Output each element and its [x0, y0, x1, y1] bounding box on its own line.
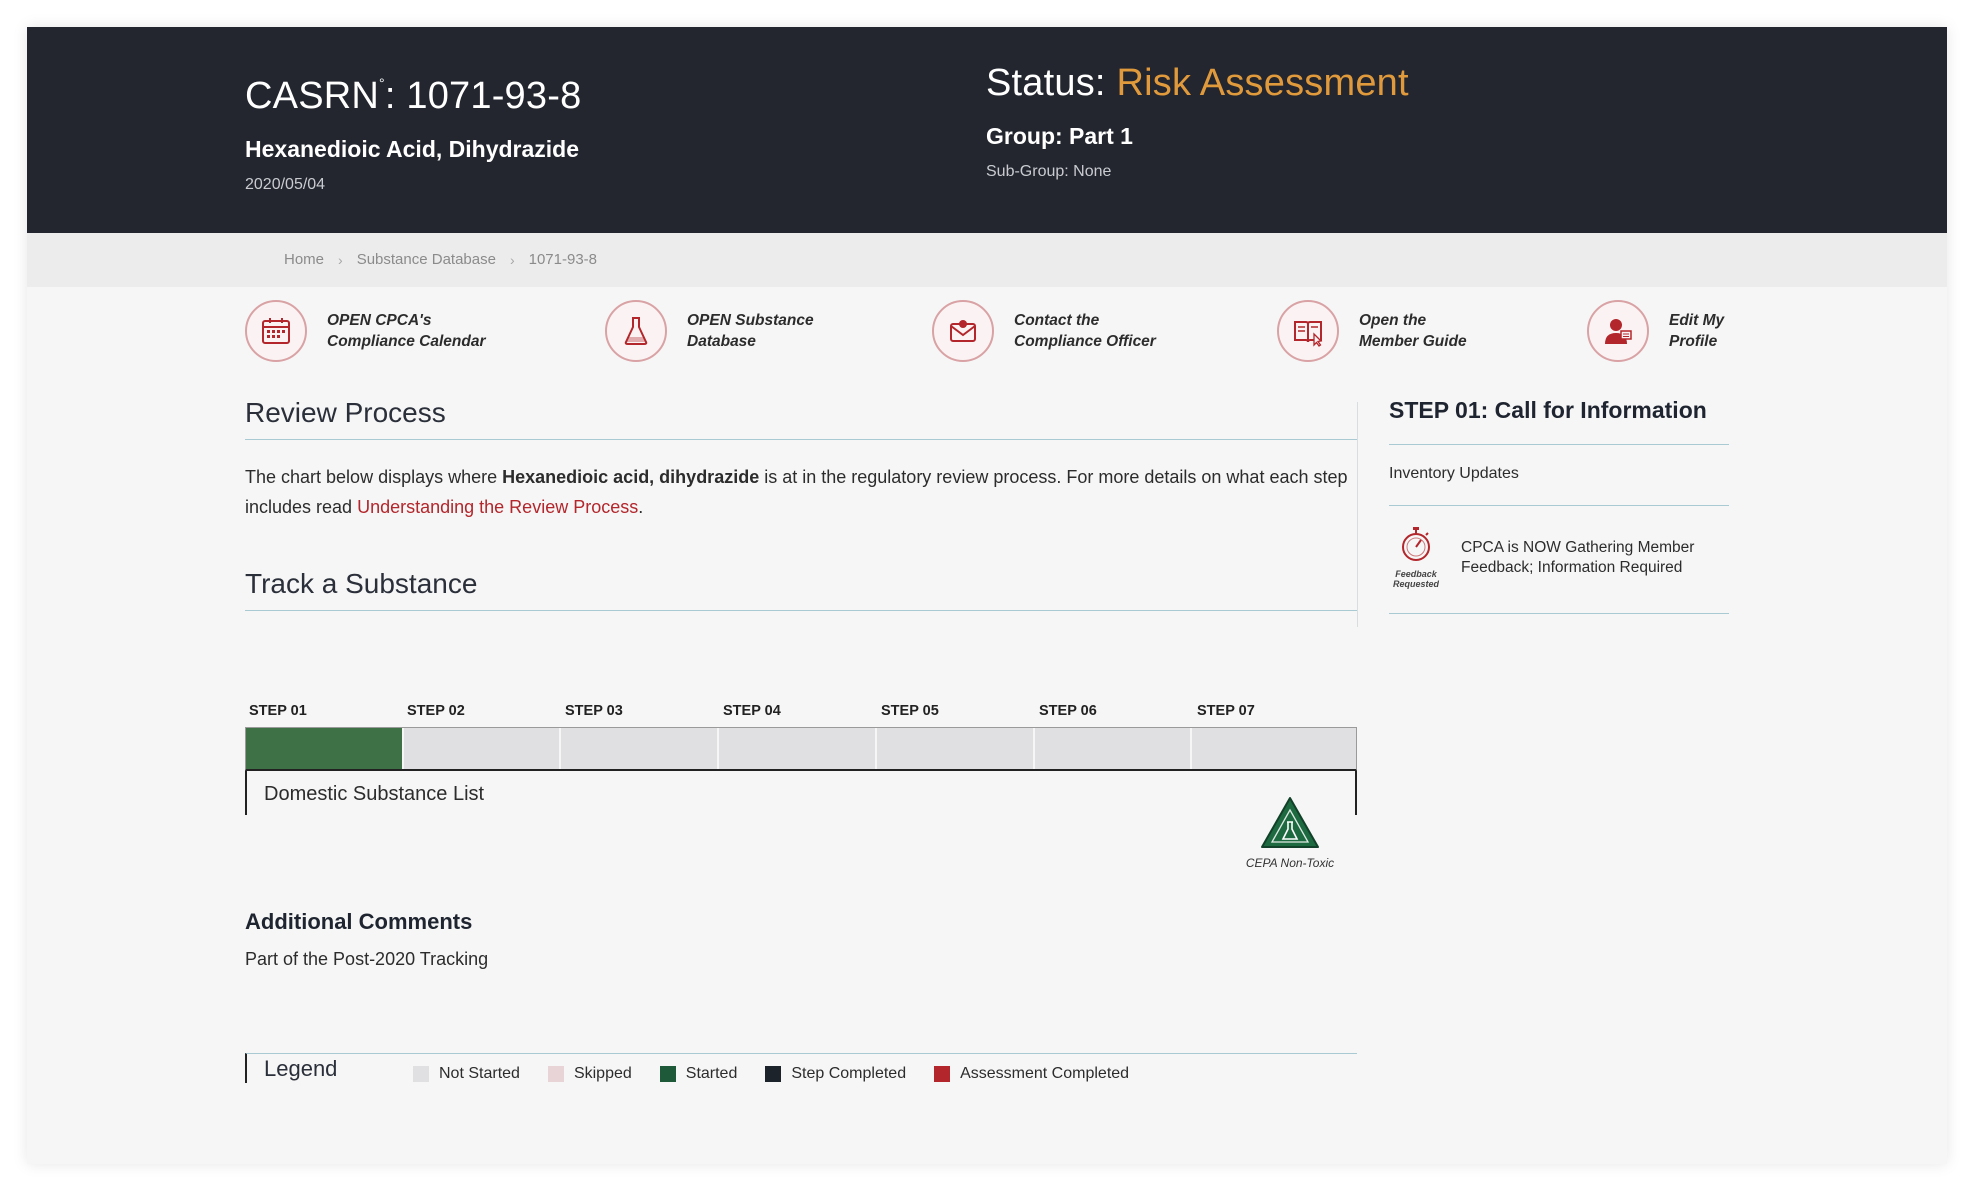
review-process-section: Review Process The chart below displays …	[245, 397, 1357, 611]
casrn-heading: CASRN°: 1071-93-8	[245, 60, 581, 119]
stopwatch-icon: Feedback Requested	[1389, 526, 1443, 589]
step-labels: STEP 01 STEP 02 STEP 03 STEP 04 STEP 05 …	[245, 703, 1357, 719]
legend-swatch	[934, 1066, 951, 1082]
step-sidebar: STEP 01: Call for Information Inventory …	[1389, 397, 1729, 614]
sidebar-divider	[1357, 402, 1358, 627]
step-01-segment[interactable]	[246, 728, 404, 769]
quick-link-edit-profile[interactable]: Edit My Profile	[1587, 300, 1749, 362]
quick-link-compliance-officer[interactable]: Contact the Compliance Officer	[932, 300, 1194, 362]
legend-item-assessment-completed: Assessment Completed	[934, 1065, 1129, 1083]
breadcrumb-separator-icon: ›	[338, 251, 343, 268]
step-label: STEP 01	[249, 703, 307, 719]
cepa-triangle-icon	[1261, 797, 1319, 848]
legend: Legend Not Started Skipped Started Step …	[245, 1053, 1357, 1083]
step-06-segment[interactable]	[1034, 728, 1193, 769]
track-substance-title: Track a Substance	[245, 568, 1357, 611]
review-intro: The chart below displays where Hexanedio…	[245, 467, 1348, 517]
substance-header: CASRN°: 1071-93-8 Hexanedioic Acid, Dihy…	[27, 27, 1947, 233]
calendar-icon	[245, 300, 307, 362]
substance-date: 2020/05/04	[245, 176, 326, 193]
quick-link-label: Open the Member Guide	[1359, 312, 1467, 350]
step-label: STEP 02	[407, 703, 465, 719]
step-label: STEP 05	[881, 703, 939, 719]
legend-swatch	[659, 1066, 676, 1082]
subgroup-label: Sub-Group: None	[986, 163, 1112, 180]
substance-name-bold: Hexanedioic acid, dihydrazide	[502, 467, 760, 487]
casrn-value: : 1071-93-8	[384, 75, 582, 117]
feedback-icon-caption: Feedback Requested	[1392, 569, 1439, 589]
status-value: Risk Assessment	[1116, 62, 1409, 104]
step-label: STEP 06	[1039, 703, 1097, 719]
step-04-segment[interactable]	[719, 728, 877, 769]
substance-list-name: Domestic Substance List	[264, 783, 485, 805]
legend-title: Legend	[264, 1056, 338, 1081]
quick-link-substance-database[interactable]: OPEN Substance Database	[605, 300, 867, 362]
page-frame: CASRN°: 1071-93-8 Hexanedioic Acid, Dihy…	[27, 27, 1947, 1164]
comments-title: Additional Comments	[245, 909, 473, 934]
step-03-segment[interactable]	[561, 728, 720, 769]
inventory-updates: Inventory Updates	[1389, 445, 1729, 506]
quick-link-compliance-calendar[interactable]: OPEN CPCA's Compliance Calendar	[245, 300, 507, 362]
understanding-review-link[interactable]: Understanding the Review Process	[357, 497, 638, 517]
quick-link-label: Contact the Compliance Officer	[1014, 312, 1156, 350]
step-05-segment[interactable]	[876, 728, 1035, 769]
legend-swatch	[413, 1066, 429, 1082]
step-07-segment[interactable]	[1192, 728, 1357, 769]
substance-list-row: Domestic Substance List	[245, 771, 1357, 815]
legend-item-not-started: Not Started	[413, 1065, 520, 1083]
breadcrumb-current: 1071-93-8	[528, 251, 598, 268]
status-label: Status:	[986, 62, 1117, 104]
step-02-segment[interactable]	[403, 728, 562, 769]
feedback-text: CPCA is NOW Gathering Member Feedback; I…	[1461, 538, 1695, 576]
sidebar-step-title: STEP 01: Call for Information	[1389, 397, 1729, 445]
user-profile-icon	[1587, 300, 1649, 362]
step-label: STEP 04	[723, 703, 781, 719]
breadcrumb-substance-database[interactable]: Substance Database	[357, 251, 496, 268]
step-tracker: STEP 01 STEP 02 STEP 03 STEP 04 STEP 05 …	[245, 703, 1357, 815]
envelope-icon	[932, 300, 994, 362]
status-heading: Status: Risk Assessment	[986, 60, 1409, 106]
breadcrumb-separator-icon: ›	[509, 251, 515, 268]
group-label: Group: Part 1	[986, 123, 1133, 149]
quick-link-label: OPEN CPCA's Compliance Calendar	[327, 312, 486, 350]
cepa-badge: CEPA Non-Toxic	[1235, 796, 1345, 870]
feedback-notice: Feedback Requested CPCA is NOW Gathering …	[1389, 506, 1729, 614]
substance-name: Hexanedioic Acid, Dihydrazide	[245, 136, 580, 162]
step-label: STEP 03	[565, 703, 623, 719]
quick-links: OPEN CPCA's Compliance Calendar OPEN Subs…	[27, 300, 1947, 370]
legend-item-step-completed: Step Completed	[765, 1065, 906, 1083]
substance-identity: CASRN°: 1071-93-8 Hexanedioic Acid, Dihy…	[245, 60, 581, 195]
quick-link-label: OPEN Substance Database	[687, 312, 814, 350]
quick-link-member-guide[interactable]: Open the Member Guide	[1277, 300, 1539, 362]
casrn-label: CASRN	[245, 75, 380, 117]
quick-link-label: Edit My Profile	[1669, 312, 1725, 350]
review-process-title: Review Process	[245, 397, 1357, 440]
book-icon	[1277, 300, 1339, 362]
legend-swatch	[765, 1066, 782, 1082]
cepa-label: CEPA Non-Toxic	[1245, 856, 1335, 870]
comments-text: Part of the Post-2020 Tracking	[245, 949, 489, 969]
additional-comments: Additional Comments Part of the Post-202…	[245, 909, 1357, 970]
breadcrumb-home[interactable]: Home	[284, 251, 324, 268]
substance-status: Status: Risk Assessment Group: Part 1 Su…	[986, 60, 1409, 182]
flask-icon	[605, 300, 667, 362]
step-label: STEP 07	[1197, 703, 1255, 719]
breadcrumb: Home › Substance Database › 1071-93-8	[27, 233, 1947, 287]
legend-item-skipped: Skipped	[547, 1065, 632, 1083]
legend-swatch	[547, 1066, 564, 1082]
step-progress-bar	[245, 727, 1357, 771]
legend-item-started: Started	[659, 1065, 737, 1083]
